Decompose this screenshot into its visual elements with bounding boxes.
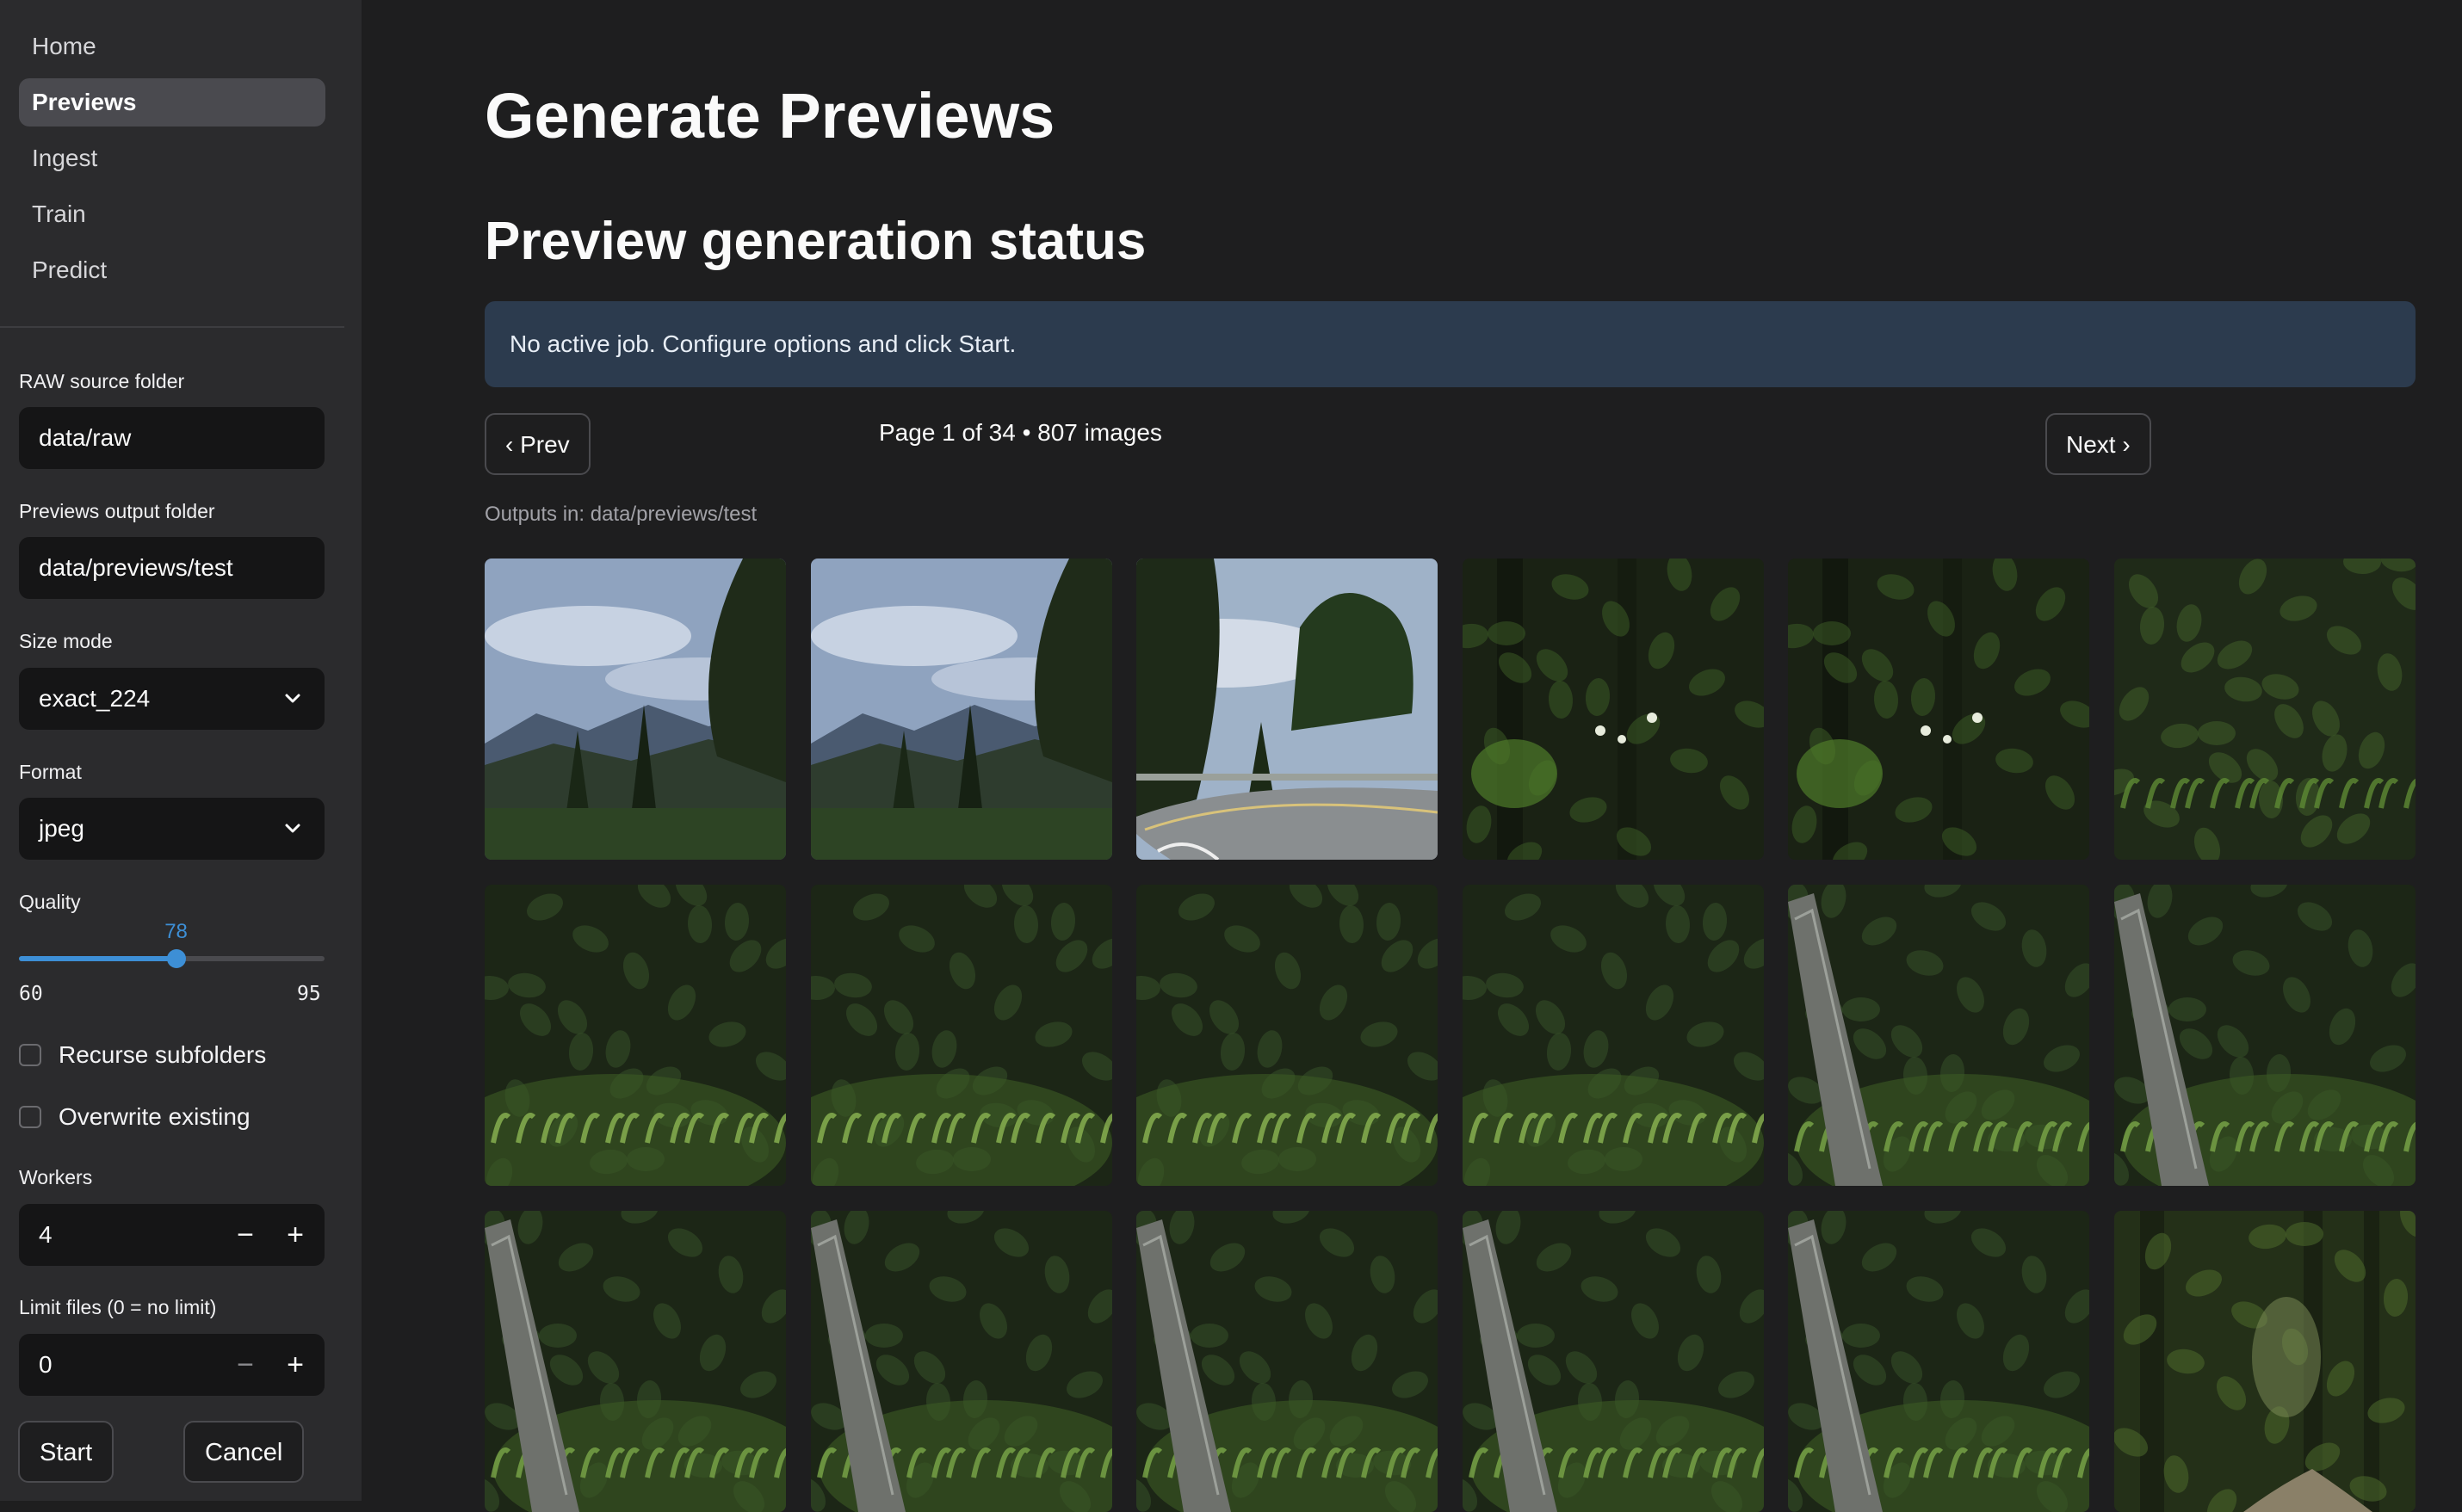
preview-thumbnail[interactable] <box>485 1211 786 1512</box>
start-button[interactable]: Start <box>18 1421 114 1483</box>
chevron-down-icon <box>285 824 300 833</box>
nav-item-home[interactable]: Home <box>19 22 325 71</box>
preview-thumbnail[interactable] <box>1788 559 2090 860</box>
nav-item-previews[interactable]: Previews <box>19 78 325 127</box>
raw-source-input[interactable]: data/raw <box>19 407 325 469</box>
quality-slider[interactable]: 78 <box>19 920 325 968</box>
preview-image <box>1462 559 1764 860</box>
preview-thumbnail[interactable] <box>1462 1211 1764 1512</box>
preview-image <box>1136 885 1438 1186</box>
preview-image <box>810 885 1112 1186</box>
preview-thumbnail[interactable] <box>1462 885 1764 1186</box>
output-folder-label: Previews output folder <box>19 500 215 522</box>
limit-files-input[interactable]: 0 − + <box>19 1334 325 1396</box>
nav-item-train[interactable]: Train <box>19 190 325 238</box>
quality-label: Quality <box>19 891 81 913</box>
preview-thumbnail[interactable] <box>2114 559 2416 860</box>
preview-thumbnail[interactable] <box>1788 1211 2090 1512</box>
status-info-box: No active job. Configure options and cli… <box>485 301 2416 387</box>
format-label: Format <box>19 761 82 783</box>
preview-image <box>2114 1211 2416 1512</box>
preview-thumbnail[interactable] <box>485 885 786 1186</box>
limit-increment-button[interactable]: + <box>271 1334 319 1396</box>
limit-files-label: Limit files (0 = no limit) <box>19 1296 217 1318</box>
preview-thumbnail[interactable] <box>810 1211 1112 1512</box>
preview-image <box>1788 1211 2090 1512</box>
preview-thumbnail[interactable] <box>810 559 1112 860</box>
preview-image <box>1136 559 1438 860</box>
limit-decrement-button[interactable]: − <box>221 1334 269 1396</box>
page-title: Generate Previews <box>485 80 1055 151</box>
preview-thumbnail[interactable] <box>2114 1211 2416 1512</box>
nav-item-ingest[interactable]: Ingest <box>19 134 325 182</box>
quality-slider-fill <box>19 956 176 961</box>
raw-source-label: RAW source folder <box>19 370 185 392</box>
preview-image <box>485 1211 786 1512</box>
page-info: Page 1 of 34 • 807 images <box>879 419 1162 446</box>
overwrite-existing-label: Overwrite existing <box>59 1103 251 1130</box>
outputs-path: Outputs in: data/previews/test <box>485 503 758 526</box>
preview-image <box>810 1211 1112 1512</box>
size-mode-value: exact_224 <box>39 685 151 712</box>
preview-image <box>1462 1211 1764 1512</box>
recurse-subfolders-checkbox[interactable]: Recurse subfolders <box>19 1038 266 1072</box>
sidebar-nav: Home Previews Ingest Train Predict <box>19 22 325 302</box>
checkbox-box[interactable] <box>19 1105 41 1128</box>
quality-slider-value: 78 <box>164 920 188 943</box>
nav-divider <box>0 326 344 328</box>
quality-max-label: 95 <box>297 983 321 1005</box>
preview-image <box>485 559 786 860</box>
workers-increment-button[interactable]: + <box>271 1204 319 1266</box>
preview-thumbnail[interactable] <box>1788 885 2090 1186</box>
preview-thumbnail[interactable] <box>1136 559 1438 860</box>
prev-page-button[interactable]: ‹ Prev <box>485 413 591 475</box>
preview-image <box>1788 559 2090 860</box>
chevron-down-icon <box>285 694 300 703</box>
sidebar: Home Previews Ingest Train Predict RAW s… <box>0 0 362 1501</box>
workers-value: 4 <box>39 1221 53 1248</box>
preview-image <box>2114 885 2416 1186</box>
workers-input[interactable]: 4 − + <box>19 1204 325 1266</box>
preview-image <box>485 885 786 1186</box>
preview-image <box>2114 559 2416 860</box>
format-select[interactable]: jpeg <box>19 798 325 860</box>
section-title: Preview generation status <box>485 212 1147 271</box>
size-mode-label: Size mode <box>19 630 113 652</box>
cancel-button[interactable]: Cancel <box>183 1421 305 1483</box>
overwrite-existing-checkbox[interactable]: Overwrite existing <box>19 1100 251 1134</box>
workers-label: Workers <box>19 1166 93 1188</box>
checkbox-box[interactable] <box>19 1043 41 1066</box>
nav-item-predict[interactable]: Predict <box>19 246 325 294</box>
output-folder-input[interactable]: data/previews/test <box>19 537 325 599</box>
quality-min-label: 60 <box>19 983 43 1005</box>
workers-decrement-button[interactable]: − <box>221 1204 269 1266</box>
next-page-button[interactable]: Next › <box>2045 413 2151 475</box>
preview-image <box>810 559 1112 860</box>
recurse-subfolders-label: Recurse subfolders <box>59 1041 267 1068</box>
quality-slider-thumb[interactable] <box>166 949 186 968</box>
preview-thumbnail[interactable] <box>1136 885 1438 1186</box>
preview-thumbnail[interactable] <box>485 559 786 860</box>
limit-files-value: 0 <box>39 1351 53 1378</box>
preview-thumbnail[interactable] <box>1136 1211 1438 1512</box>
preview-image <box>1462 885 1764 1186</box>
size-mode-select[interactable]: exact_224 <box>19 668 325 730</box>
preview-thumbnail[interactable] <box>2114 885 2416 1186</box>
preview-thumbnail[interactable] <box>810 885 1112 1186</box>
format-value: jpeg <box>39 815 84 842</box>
preview-image <box>1136 1211 1438 1512</box>
preview-thumbnail[interactable] <box>1462 559 1764 860</box>
preview-image <box>1788 885 2090 1186</box>
